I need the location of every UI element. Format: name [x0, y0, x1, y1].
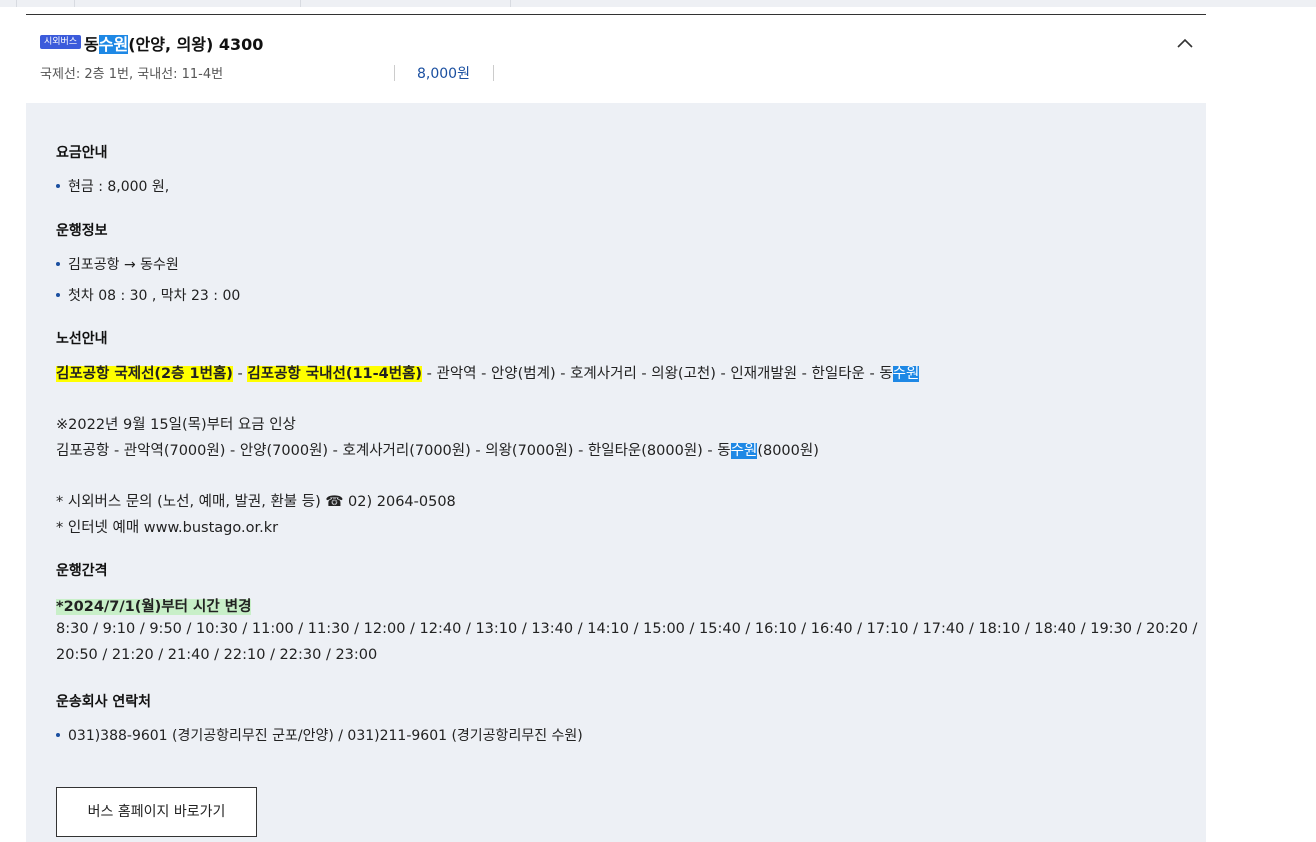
chevron-up-icon[interactable] — [1176, 37, 1194, 49]
operation-route: 김포공항 → 동수원 — [56, 254, 179, 274]
route-header[interactable]: 시외버스 동수원(안양, 의왕) 4300 국제선: 2층 1번, 국내선: 1… — [26, 14, 1206, 103]
title-post: (안양, 의왕) 4300 — [128, 35, 264, 54]
platform-info: 국제선: 2층 1번, 국내선: 11-4번 — [40, 67, 224, 82]
interval-change-text: *2024/7/1(월)부터 시간 변경 — [56, 599, 252, 615]
tab-divider — [510, 0, 511, 7]
fare-heading: 요금안내 — [56, 145, 108, 161]
interval-change: *2024/7/1(월)부터 시간 변경 — [56, 595, 252, 616]
route-end-highlight: 수원 — [892, 366, 920, 382]
route-stop-intl: 김포공항 국제선(2층 1번홈) — [56, 366, 233, 382]
operation-route-text: 김포공항 → 동수원 — [68, 257, 179, 273]
fare-item: 현금 : 8,000 원, — [56, 176, 169, 196]
notice-post: (8000원) — [757, 443, 819, 459]
bullet-icon — [56, 184, 60, 188]
operation-heading: 운행정보 — [56, 223, 108, 239]
fare-price: 8,000원 — [417, 66, 470, 82]
bus-type-badge: 시외버스 — [40, 35, 82, 49]
bullet-icon — [56, 293, 60, 297]
company-heading: 운송회사 연락처 — [56, 694, 152, 710]
route-stop-dom: 김포공항 국내선(11-4번홈) — [247, 366, 423, 382]
fare-notice-detail: 김포공항 - 관악역(7000원) - 안양(7000원) - 호계사거리(70… — [56, 439, 819, 460]
route-rest: - 관악역 - 안양(범계) - 호계사거리 - 의왕(고천) - 인재개발원 … — [422, 366, 893, 382]
operation-times: 첫차 08 : 30 , 막차 23 : 00 — [56, 285, 240, 305]
tab-divider — [300, 0, 301, 7]
fare-notice: ※2022년 9월 15일(목)부터 요금 인상 — [56, 417, 296, 433]
interval-times-2: 20:50 / 21:20 / 21:40 / 22:10 / 22:30 / … — [56, 647, 378, 663]
tab-divider — [74, 0, 75, 7]
company-contact-text: 031)388-9601 (경기공항리무진 군포/안양) / 031)211-9… — [68, 728, 583, 744]
title-highlight: 수원 — [98, 35, 129, 54]
bullet-icon — [56, 262, 60, 266]
notice-pre: 김포공항 - 관악역(7000원) - 안양(7000원) - 호계사거리(70… — [56, 443, 731, 459]
route-stops: 김포공항 국제선(2층 1번홈) - 김포공항 국내선(11-4번홈) - 관악… — [56, 362, 920, 383]
interval-heading: 운행간격 — [56, 563, 108, 579]
interval-times-1: 8:30 / 9:10 / 9:50 / 10:30 / 11:00 / 11:… — [56, 621, 1198, 637]
divider — [493, 65, 494, 81]
divider — [394, 65, 395, 81]
bus-homepage-button[interactable]: 버스 홈페이지 바로가기 — [56, 787, 257, 837]
inquiry-note: * 시외버스 문의 (노선, 예매, 발권, 환불 등) ☎ 02) 2064-… — [56, 494, 456, 510]
top-tab-strip — [0, 0, 1316, 7]
bullet-icon — [56, 733, 60, 737]
route-sep: - — [232, 366, 248, 382]
route-details: 요금안내 현금 : 8,000 원, 운행정보 김포공항 → 동수원 첫차 08… — [26, 103, 1206, 842]
bus-route-card: 시외버스 동수원(안양, 의왕) 4300 국제선: 2층 1번, 국내선: 1… — [26, 14, 1206, 842]
booking-note: * 인터넷 예매 www.bustago.or.kr — [56, 520, 279, 536]
route-title: 동수원(안양, 의왕) 4300 — [84, 31, 263, 55]
operation-times-text: 첫차 08 : 30 , 막차 23 : 00 — [68, 288, 241, 304]
notice-highlight: 수원 — [730, 443, 758, 459]
fare-item-text: 현금 : 8,000 원, — [68, 179, 170, 195]
company-contact: 031)388-9601 (경기공항리무진 군포/안양) / 031)211-9… — [56, 725, 583, 745]
tab-divider — [16, 0, 17, 7]
title-pre: 동 — [84, 35, 99, 54]
route-heading: 노선안내 — [56, 331, 108, 347]
